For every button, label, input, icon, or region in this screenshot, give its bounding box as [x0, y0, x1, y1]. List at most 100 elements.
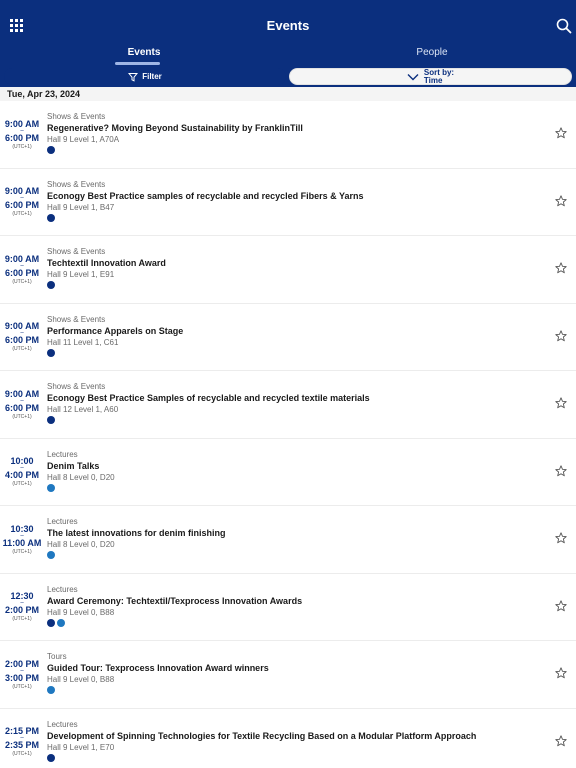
event-tags [47, 753, 55, 762]
timezone: (UTC+1) [12, 548, 32, 555]
event-time: 9:00 AM –6:00 PM (UTC+1) [0, 371, 44, 438]
event-location: Hall 8 Level 0, D20 [47, 540, 115, 549]
star-icon[interactable] [555, 262, 567, 274]
event-location: Hall 9 Level 1, E91 [47, 270, 115, 279]
event-category: Shows & Events [47, 382, 106, 391]
event-time: 10:00–4:00 PM (UTC+1) [0, 439, 44, 506]
timezone: (UTC+1) [12, 481, 32, 487]
event-location: Hall 8 Level 0, D20 [47, 472, 115, 482]
event-location: Hall 9 Level 0, B88 [47, 675, 115, 684]
timezone: (UTC+1) [12, 143, 32, 150]
event-row[interactable]: 9:00 AM –6:00 PM (UTC+1) Shows & Events Tech… [0, 236, 576, 304]
event-title: Award Ceremony: Techtextil/Texprocess In… [47, 595, 303, 606]
event-list: 9:00 AM –6:00 PM (UTC+1) Shows & Events Rege… [0, 101, 576, 768]
tag-dot [47, 348, 55, 357]
event-tags [47, 281, 55, 289]
event-time: 9:00 AM –6:00 PM (UTC+1) [0, 101, 44, 168]
tab-events[interactable]: Events [0, 47, 288, 58]
event-tags [47, 483, 55, 492]
star-icon[interactable] [555, 329, 567, 342]
event-row[interactable]: 9:00 AM –6:00 PM (UTC+1) Shows & Events Perf… [0, 304, 576, 371]
end-time: 6:00 PM [4, 132, 39, 143]
event-time: 9:00 AM –6:00 PM (UTC+1) [0, 304, 44, 371]
tag-dot [47, 551, 55, 559]
event-location: Hall 9 Level 1, E70 [47, 742, 115, 752]
event-category: Lectures [47, 584, 78, 594]
event-tags [47, 416, 55, 424]
event-title: Performance Apparels on Stage [47, 325, 184, 336]
event-tags [47, 686, 55, 694]
tag-dot [47, 281, 55, 289]
tag-dot [47, 686, 55, 694]
filter-label: Filter [142, 72, 162, 81]
active-tab-indicator [115, 62, 160, 65]
star-icon[interactable] [555, 194, 567, 207]
end-time: 6:00 PM [4, 335, 39, 345]
event-category: Shows & Events [47, 179, 106, 189]
star-icon[interactable] [555, 127, 567, 139]
event-row[interactable]: 12:30–2:00 PM (UTC+1) Lectures Award Ceremo… [0, 574, 576, 641]
star-icon[interactable] [555, 397, 567, 409]
tag-dot [47, 618, 55, 627]
event-title: Regenerative? Moving Beyond Sustainabili… [47, 123, 303, 133]
tab-people[interactable]: People [288, 47, 576, 58]
event-location: Hall 12 Level 1, A60 [47, 405, 119, 414]
start-time: 10:30 [10, 523, 34, 534]
event-row[interactable]: 9:00 AM –6:00 PM (UTC+1) Shows & Events Econ… [0, 371, 576, 439]
event-time: 9:00 AM –6:00 PM (UTC+1) [0, 169, 44, 236]
tag-dot [57, 618, 65, 627]
event-title: Development of Spinning Technologies for… [47, 730, 477, 741]
event-row[interactable]: 10:30–11:00 AM (UTC+1) Lectures The latest … [0, 506, 576, 574]
start-time: 9:00 AM [4, 118, 40, 129]
start-time: 9:00 AM [4, 253, 40, 264]
end-time: 3:00 PM [4, 672, 39, 683]
event-tags [47, 348, 55, 357]
event-category: Lectures [47, 719, 78, 729]
end-time: 6:00 PM [4, 402, 39, 413]
start-time: 9:00 AM [4, 388, 40, 399]
timezone: (UTC+1) [12, 616, 32, 622]
filter-button[interactable]: Filter [4, 68, 286, 85]
event-time: 12:30–2:00 PM (UTC+1) [0, 574, 44, 641]
chevron-down-icon [407, 73, 419, 80]
event-location: Hall 9 Level 1, A70A [47, 135, 120, 144]
event-row[interactable]: 2:15 PM –2:35 PM (UTC+1) Lectures Developmen… [0, 709, 576, 768]
end-time: 6:00 PM [4, 267, 39, 278]
event-title: Econogy Best Practice samples of recycla… [47, 190, 364, 201]
event-category: Lectures [47, 517, 78, 526]
sort-value: Time [423, 75, 443, 85]
event-row[interactable]: 9:00 AM –6:00 PM (UTC+1) Shows & Events Rege… [0, 101, 576, 169]
event-location: Hall 11 Level 1, C61 [47, 337, 119, 347]
event-tags [47, 213, 55, 222]
event-category: Shows & Events [47, 247, 106, 256]
tag-dot [47, 146, 55, 154]
event-row[interactable]: 10:00–4:00 PM (UTC+1) Lectures Denim Talks H… [0, 439, 576, 506]
event-location: Hall 9 Level 0, B88 [47, 607, 115, 617]
timezone: (UTC+1) [12, 413, 32, 420]
search-icon[interactable] [556, 18, 572, 34]
tag-dot [47, 483, 55, 492]
event-title: The latest innovations for denim finishi… [47, 528, 226, 538]
star-icon[interactable] [555, 667, 567, 679]
event-category: Tours [47, 652, 67, 661]
event-tags [47, 618, 65, 627]
start-time: 2:00 PM [4, 658, 39, 669]
star-icon[interactable] [555, 734, 567, 747]
page-title: Events [266, 18, 310, 33]
date-header: Tue, Apr 23, 2024 [0, 87, 576, 101]
event-title: Econogy Best Practice Samples of recycla… [47, 393, 370, 403]
star-icon[interactable] [555, 532, 567, 544]
sort-button[interactable]: Sort by: Time [289, 68, 572, 85]
star-icon[interactable] [555, 599, 567, 612]
event-time: 10:30–11:00 AM (UTC+1) [0, 506, 44, 573]
event-row[interactable]: 2:00 PM –3:00 PM (UTC+1) Tours Guided Tour: … [0, 641, 576, 709]
event-title: Techtextil Innovation Award [47, 258, 166, 268]
event-row[interactable]: 9:00 AM –6:00 PM (UTC+1) Shows & Events Econ… [0, 169, 576, 236]
event-category: Shows & Events [47, 314, 106, 324]
end-time: 6:00 PM [4, 200, 39, 210]
end-time: 2:00 PM [4, 605, 39, 615]
star-icon[interactable] [555, 464, 567, 477]
filter-icon [128, 72, 139, 82]
event-time: 2:00 PM –3:00 PM (UTC+1) [0, 641, 44, 708]
event-title: Denim Talks [47, 460, 100, 471]
